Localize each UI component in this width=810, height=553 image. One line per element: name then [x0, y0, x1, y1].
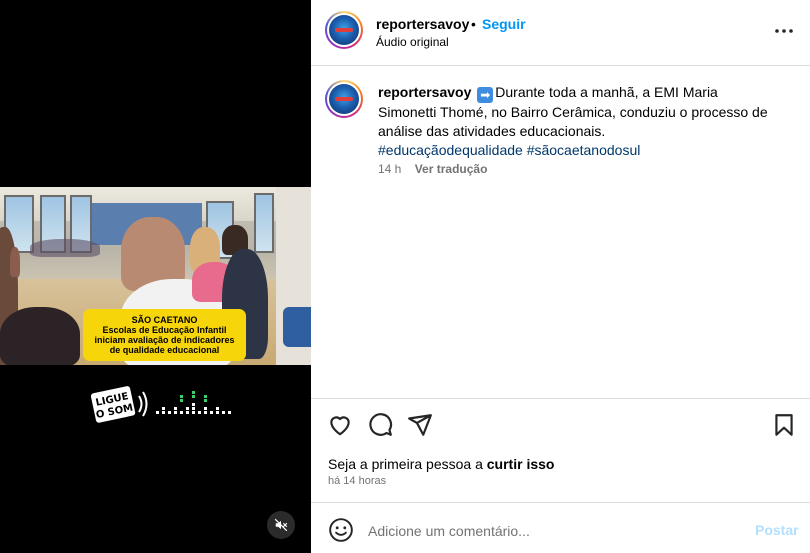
caption-line-3: de qualidade educacional — [109, 345, 220, 355]
hashtag-link[interactable]: #educaçãodequalidade — [378, 142, 523, 158]
avatar[interactable] — [325, 11, 363, 49]
hashtag-link[interactable]: #sãocaetanodosul — [527, 142, 641, 158]
post-caption: reportersavoy ➡ Durante toda a manhã, a E… — [378, 83, 778, 160]
reel-video[interactable]: SÃO CAETANO Escolas de Educação Infantil… — [0, 0, 311, 553]
caption-age: 14 h — [378, 162, 402, 176]
speaker-muted-icon — [274, 518, 288, 532]
sound-equalizer-icon — [156, 391, 231, 414]
translate-button[interactable]: Ver tradução — [415, 162, 488, 176]
post-header: reportersavoy • Seguir Áudio original — [311, 0, 810, 66]
send-icon[interactable] — [407, 412, 433, 438]
more-options-icon[interactable] — [774, 23, 794, 39]
like-cta-link[interactable]: curtir isso — [487, 456, 555, 472]
emoji-icon[interactable] — [328, 517, 354, 543]
ligue-o-som-badge: LIGUE O SOM — [91, 386, 148, 423]
likes-prefix: Seja a primeira pessoa a — [328, 456, 487, 472]
caption-line-2: iniciam avaliação de indicadores — [94, 335, 235, 345]
bookmark-icon[interactable] — [771, 412, 797, 438]
caption-title: SÃO CAETANO — [131, 315, 198, 325]
arrow-right-emoji: ➡ — [477, 87, 494, 103]
post-details-panel: reportersavoy • Seguir Áudio original re… — [311, 0, 810, 553]
heart-icon[interactable] — [327, 412, 353, 438]
comment-icon[interactable] — [367, 412, 393, 438]
audio-link[interactable]: Áudio original — [376, 35, 449, 49]
divider — [311, 502, 810, 503]
post-modal: SÃO CAETANO Escolas de Educação Infantil… — [0, 0, 810, 553]
caption-meta: 14 h Ver tradução — [378, 162, 487, 176]
post-timestamp[interactable]: há 14 horas — [328, 475, 386, 487]
caption-avatar[interactable] — [325, 80, 363, 118]
mute-button[interactable] — [267, 511, 295, 539]
likes-summary: Seja a primeira pessoa a curtir isso — [328, 456, 554, 472]
caption-line-1: Escolas de Educação Infantil — [102, 325, 227, 335]
caption-username[interactable]: reportersavoy — [378, 84, 471, 100]
video-caption-banner: SÃO CAETANO Escolas de Educação Infantil… — [83, 309, 246, 361]
header-username-link[interactable]: reportersavoy — [376, 16, 469, 32]
header-separator: • — [471, 16, 476, 32]
divider — [311, 398, 810, 399]
comment-input[interactable] — [368, 520, 728, 542]
post-comment-button[interactable]: Postar — [755, 522, 799, 538]
follow-button[interactable]: Seguir — [482, 16, 526, 32]
